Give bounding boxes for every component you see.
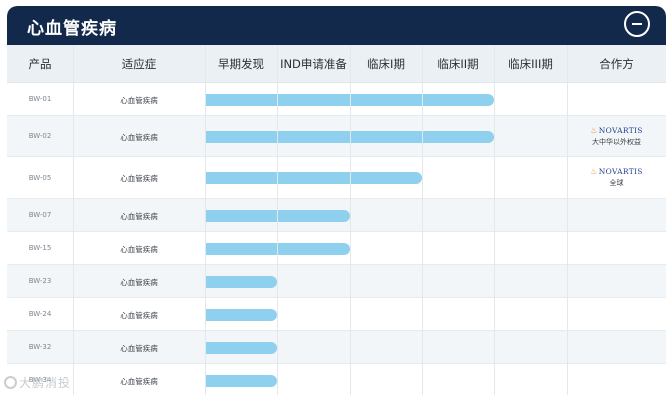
partner-cell: ♨NOVARTIS 大中华以外权益 xyxy=(567,126,666,147)
indication: 心血管疾病 xyxy=(120,244,158,254)
column-divider xyxy=(350,45,351,395)
product-code: BW-32 xyxy=(28,343,52,351)
column-divider xyxy=(205,45,206,395)
partner-cell: ♨NOVARTIS 全球 xyxy=(567,167,666,188)
watermark-logo-icon xyxy=(4,376,17,389)
watermark: 大鹏消投 xyxy=(4,374,71,391)
indication: 心血管疾病 xyxy=(120,174,158,183)
column-divider xyxy=(277,45,278,395)
indication: 心血管疾病 xyxy=(120,277,158,287)
column-divider xyxy=(567,45,568,395)
panel-header: 心血管疾病 xyxy=(7,6,666,45)
pipeline-panel: 心血管疾病 产品 适应症 早期发现 IND申请准备 临床I期 临床II期 临床III期 合作方… xyxy=(7,6,666,395)
indication: 心血管疾病 xyxy=(120,95,158,105)
column-header: 临床I期 xyxy=(367,57,405,71)
minus-icon xyxy=(632,23,642,25)
flame-icon: ♨ xyxy=(590,167,598,176)
partner-rights: 大中华以外权益 xyxy=(592,137,641,146)
progress-bar xyxy=(205,374,277,387)
indication: 心血管疾病 xyxy=(120,211,158,221)
column-divider xyxy=(494,45,495,395)
indication: 心血管疾病 xyxy=(120,132,158,142)
column-header: 临床II期 xyxy=(437,57,479,71)
watermark-text: 大鹏消投 xyxy=(19,376,72,390)
progress-bar xyxy=(205,308,277,321)
product-code: BW-07 xyxy=(28,211,52,219)
column-divider xyxy=(73,45,74,395)
column-header: 适应症 xyxy=(121,57,157,71)
progress-bar xyxy=(205,341,277,354)
progress-bar xyxy=(205,172,422,184)
product-code: BW-01 xyxy=(28,95,52,103)
column-header: 产品 xyxy=(28,57,52,71)
partner-name: NOVARTIS xyxy=(598,125,643,135)
column-divider xyxy=(422,45,423,395)
product-code: BW-05 xyxy=(28,173,52,182)
flame-icon: ♨ xyxy=(590,125,598,135)
pipeline-table: 产品 适应症 早期发现 IND申请准备 临床I期 临床II期 临床III期 合作方 BW-01… xyxy=(7,45,666,395)
panel-title: 心血管疾病 xyxy=(27,19,117,39)
product-code: BW-23 xyxy=(28,277,52,285)
indication: 心血管疾病 xyxy=(120,376,158,386)
column-header: 早期发现 xyxy=(218,57,264,71)
partner-name: NOVARTIS xyxy=(598,167,643,176)
column-header: IND申请准备 xyxy=(280,57,347,71)
collapse-button[interactable] xyxy=(624,11,650,37)
product-code: BW-15 xyxy=(28,244,52,252)
partner-logo: ♨NOVARTIS xyxy=(567,167,666,176)
indication: 心血管疾病 xyxy=(120,343,158,353)
product-code: BW-24 xyxy=(28,310,52,318)
product-code: BW-02 xyxy=(28,132,52,140)
progress-bar xyxy=(205,275,277,288)
indication: 心血管疾病 xyxy=(120,310,158,320)
column-header: 临床III期 xyxy=(508,57,553,71)
partner-logo: ♨NOVARTIS xyxy=(567,126,666,135)
partner-rights: 全球 xyxy=(609,179,624,187)
column-header: 合作方 xyxy=(599,57,634,71)
